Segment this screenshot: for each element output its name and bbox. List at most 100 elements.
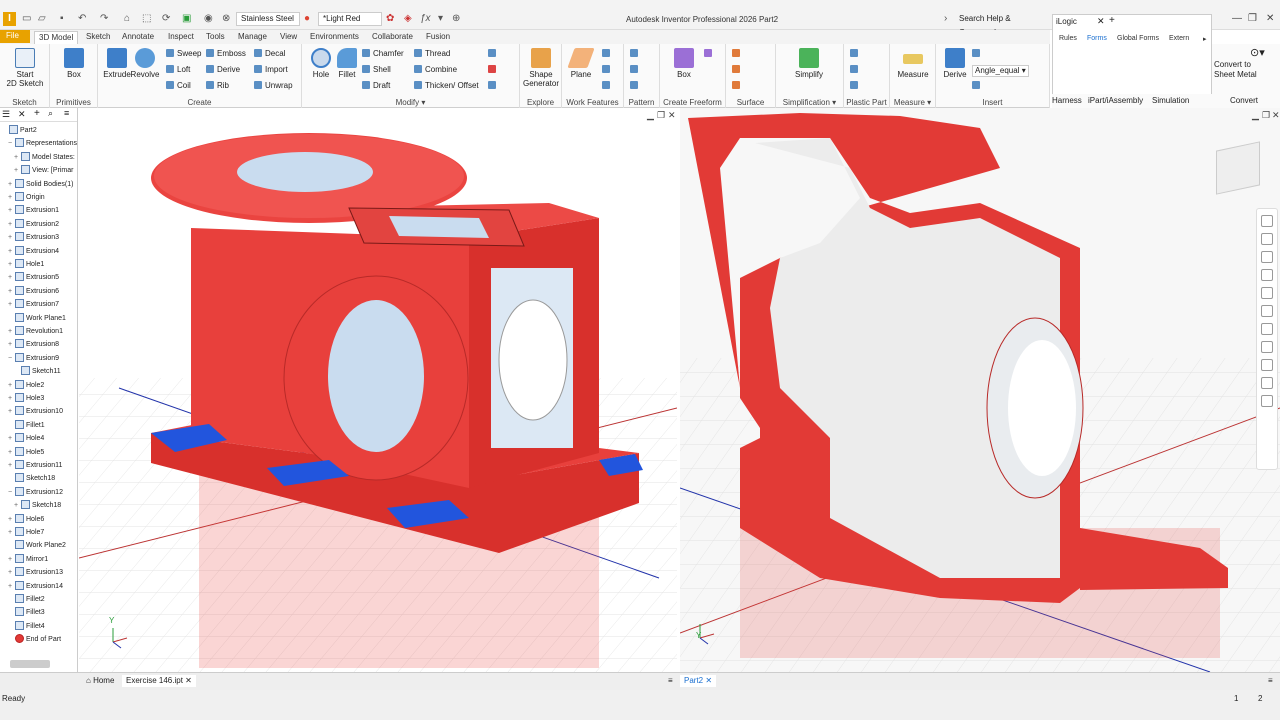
expand-toggle-icon[interactable]: + [8, 392, 15, 405]
ilogic-close-icon[interactable]: ✕ [1097, 16, 1105, 27]
insert-rule-button[interactable] [972, 81, 983, 91]
viewport-right[interactable]: Y ▁ ❐ ✕ [680, 108, 1280, 672]
freeform-more-button[interactable] [704, 49, 715, 59]
expand-toggle-icon[interactable]: + [8, 580, 15, 593]
expand-toggle-icon[interactable]: − [8, 137, 15, 150]
browser-item[interactable]: + Revolution1 [0, 325, 63, 338]
combine-button[interactable]: Combine [414, 65, 457, 75]
look-at-icon[interactable] [1261, 287, 1273, 299]
freeform-box-button[interactable]: Box [665, 48, 703, 79]
ilogic-add-icon[interactable]: + [1109, 15, 1115, 26]
save-icon[interactable]: ▪ [60, 13, 64, 25]
restore-button[interactable]: ❐ [1248, 13, 1257, 24]
expand-toggle-icon[interactable]: + [8, 513, 15, 526]
expand-toggle-icon[interactable]: + [8, 245, 15, 258]
expand-toggle-icon[interactable]: + [14, 164, 21, 177]
browser-item[interactable]: + Origin [0, 191, 45, 204]
open-icon[interactable]: ▱ [38, 13, 46, 25]
browser-item[interactable]: + Extrusion4 [0, 245, 59, 258]
start-2d-sketch-button[interactable]: Start 2D Sketch [6, 48, 44, 88]
expand-toggle-icon[interactable]: + [8, 231, 15, 244]
derive-button[interactable]: Derive [206, 65, 240, 75]
unwrap-button[interactable]: Unwrap [254, 81, 293, 91]
expand-toggle-icon[interactable]: + [8, 325, 15, 338]
doc-tabs-menu-icon[interactable]: ≡ [664, 675, 677, 687]
import-cad-button[interactable] [972, 49, 983, 59]
circular-pattern-button[interactable] [630, 65, 641, 75]
browser-item[interactable]: Part2 [0, 124, 37, 137]
browser-item[interactable]: + Extrusion13 [0, 566, 63, 579]
expand-toggle-icon[interactable]: + [14, 151, 21, 164]
expand-toggle-icon[interactable]: + [8, 566, 15, 579]
browser-menu-icon[interactable]: ☰ [2, 109, 10, 120]
axis-button[interactable] [602, 49, 613, 59]
expand-toggle-icon[interactable]: + [8, 526, 15, 539]
thread-button[interactable]: Thread [414, 49, 450, 59]
viewport-left[interactable]: Y ▁ ❐ ✕ [79, 108, 677, 672]
browser-scrollbar[interactable] [10, 660, 50, 668]
browser-item[interactable]: + Extrusion8 [0, 338, 59, 351]
ilogic-scroll-icon[interactable]: ▸ [1203, 35, 1207, 43]
inventor-logo[interactable]: I [3, 12, 16, 26]
browser-item[interactable]: Fillet4 [0, 620, 45, 633]
expand-toggle-icon[interactable]: + [8, 191, 15, 204]
expand-toggle-icon[interactable]: + [8, 285, 15, 298]
expand-toggle-icon[interactable]: + [8, 459, 15, 472]
expand-toggle-icon[interactable]: + [8, 218, 15, 231]
expand-toggle-icon[interactable]: − [8, 352, 15, 365]
customize-icon[interactable]: ⊕ [452, 13, 460, 25]
zoom-all-icon[interactable] [1261, 323, 1273, 335]
ilogic-tab-rules[interactable]: Rules [1059, 35, 1077, 42]
pan-icon[interactable] [1261, 233, 1273, 245]
patch-button[interactable] [732, 65, 743, 75]
tab-3d-model[interactable]: 3D Model [34, 31, 79, 44]
ilogic-tab-forms[interactable]: Forms [1087, 35, 1107, 42]
fillet-button[interactable]: Fillet [328, 48, 366, 79]
doc-tab-exercise[interactable]: Exercise 146.ipt ✕ [122, 675, 196, 687]
viewport-left-restore-icon[interactable]: ❐ [657, 110, 665, 121]
snap-fit-button[interactable] [850, 81, 861, 91]
zoom-icon[interactable] [1261, 251, 1273, 263]
browser-item[interactable]: + Extrusion7 [0, 298, 59, 311]
browser-item[interactable]: + Hole4 [0, 432, 44, 445]
material-select[interactable]: Stainless Steel [236, 12, 300, 26]
doc-tab-part2-close-icon[interactable]: ✕ [705, 676, 712, 685]
home-icon[interactable]: ⌂ [124, 13, 130, 25]
rib-button[interactable]: Rib [206, 81, 229, 91]
browser-item[interactable]: + Extrusion3 [0, 231, 59, 244]
browser-item[interactable]: Sketch11 [0, 365, 61, 378]
doc-tab-home[interactable]: ⌂ Home [82, 675, 118, 687]
browser-item[interactable]: + Solid Bodies(1) [0, 178, 73, 191]
sweep-button[interactable]: Sweep [166, 49, 201, 59]
select-icon[interactable]: ⬚ [142, 13, 151, 25]
delete-face-button[interactable] [488, 81, 499, 91]
doc-tab-exercise-close-icon[interactable]: ✕ [185, 676, 192, 685]
free-orbit-icon[interactable] [1261, 359, 1273, 371]
browser-item[interactable]: Work Plane1 [0, 312, 66, 325]
mirror-button[interactable] [630, 81, 641, 91]
trim-button[interactable] [732, 81, 743, 91]
browser-item[interactable]: + Sketch18 [0, 499, 61, 512]
orbit-icon[interactable] [1261, 269, 1273, 281]
undo-icon[interactable]: ↶ [78, 13, 86, 25]
options-gear-icon[interactable]: ⊙▾ [1250, 48, 1265, 59]
browser-item[interactable]: + Extrusion6 [0, 285, 59, 298]
tab-manage[interactable]: Manage [238, 31, 267, 43]
rectangular-pattern-button[interactable] [630, 49, 641, 59]
emboss-button[interactable]: Emboss [206, 49, 246, 59]
viewport-left-minimize-icon[interactable]: ▁ [647, 110, 654, 121]
browser-item[interactable]: − Representations [0, 137, 77, 150]
direct-edit-button[interactable] [488, 65, 499, 75]
tab-tools[interactable]: Tools [206, 31, 225, 43]
import-button[interactable]: Import [254, 65, 288, 75]
shell-button[interactable]: Shell [362, 65, 391, 75]
expand-toggle-icon[interactable]: + [8, 405, 15, 418]
browser-item[interactable]: + Model States: [0, 151, 75, 164]
tab-file[interactable]: File [0, 30, 30, 43]
browser-item[interactable]: + View: [Primar [0, 164, 74, 177]
grill-button[interactable] [850, 49, 861, 59]
box-button[interactable]: Box [55, 48, 93, 79]
chamfer-button[interactable]: Chamfer [362, 49, 404, 59]
redo-icon[interactable]: ↷ [100, 13, 108, 25]
insert-derive-button[interactable]: Derive [936, 48, 974, 79]
